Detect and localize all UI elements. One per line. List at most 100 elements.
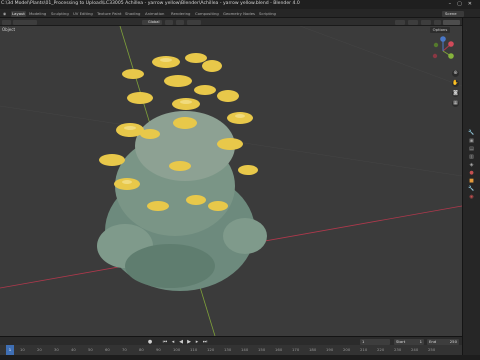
ruler-tick: 250 bbox=[428, 347, 436, 352]
gizmo-x-icon bbox=[448, 41, 454, 47]
orientation-label: Global bbox=[148, 19, 160, 24]
tab-compositing[interactable]: Compositing bbox=[194, 11, 220, 17]
ruler-tick: 10 bbox=[20, 347, 25, 352]
tab-rendering[interactable]: Rendering bbox=[170, 11, 191, 17]
gizmo-toggle-icon[interactable] bbox=[408, 19, 418, 25]
view-layer-icon[interactable]: ▥ bbox=[466, 154, 477, 160]
ruler-tick: 160 bbox=[275, 347, 283, 352]
proportional-edit-icon[interactable] bbox=[187, 19, 201, 25]
workspace-bar: ◉ Layout Modeling Sculpting UV Editing T… bbox=[0, 9, 480, 18]
modifier-icon[interactable]: 🔧 bbox=[466, 186, 477, 192]
object-icon[interactable]: ■ bbox=[466, 178, 477, 184]
tab-scripting[interactable]: Scripting bbox=[258, 11, 277, 17]
maximize-icon[interactable]: ▢ bbox=[457, 1, 468, 7]
output-icon[interactable]: ▤ bbox=[466, 146, 477, 152]
gizmo-neg-x-icon bbox=[432, 53, 438, 59]
start-value: 1 bbox=[419, 338, 422, 344]
ruler-tick: 150 bbox=[258, 347, 266, 352]
blender-menu-icon[interactable]: ◉ bbox=[2, 11, 7, 17]
ruler-tick: 210 bbox=[360, 347, 368, 352]
ruler-tick: 50 bbox=[88, 347, 93, 352]
start-label: Start bbox=[396, 338, 406, 344]
window-title: C:\3d Model\Plants\01_Processing to Uplo… bbox=[1, 1, 300, 6]
jump-end-icon[interactable]: ⏭ bbox=[202, 339, 208, 345]
tool-icon[interactable]: 🔧 bbox=[466, 130, 477, 136]
window-controls[interactable]: –▢✕ bbox=[449, 1, 478, 7]
ruler-tick: 60 bbox=[105, 347, 110, 352]
viewport-header: Global bbox=[0, 18, 462, 26]
grid-icon[interactable]: ▦ bbox=[452, 100, 459, 107]
next-keyframe-icon[interactable]: ▸ bbox=[194, 339, 200, 345]
ruler-tick: 20 bbox=[37, 347, 42, 352]
zoom-icon[interactable]: ⊕ bbox=[452, 70, 459, 77]
gizmo-neg-y-icon bbox=[433, 42, 439, 48]
snap-icon[interactable] bbox=[176, 19, 184, 25]
ruler-tick: 170 bbox=[292, 347, 300, 352]
ruler-tick: 240 bbox=[411, 347, 419, 352]
pivot-icon[interactable] bbox=[165, 19, 173, 25]
world-icon[interactable]: ● bbox=[466, 170, 477, 176]
gizmo-y-icon bbox=[448, 53, 454, 59]
scene-selector[interactable]: Scene bbox=[442, 10, 464, 17]
ruler-tick: 100 bbox=[173, 347, 181, 352]
ruler-tick: 190 bbox=[326, 347, 334, 352]
close-icon[interactable]: ✕ bbox=[468, 1, 478, 7]
ruler-tick: 230 bbox=[394, 347, 402, 352]
render-icon[interactable]: ▣ bbox=[466, 138, 477, 144]
ruler-tick: 220 bbox=[377, 347, 385, 352]
ruler-tick: 120 bbox=[207, 347, 215, 352]
properties-tabs: 🔧 ▣ ▤ ▥ ◈ ● ■ 🔧 ◉ bbox=[462, 18, 480, 360]
tab-layout[interactable]: Layout bbox=[11, 10, 26, 17]
ruler-tick: 130 bbox=[224, 347, 232, 352]
grid-line bbox=[299, 26, 462, 87]
tab-modeling[interactable]: Modeling bbox=[28, 11, 47, 17]
timeline-ruler[interactable]: 1 10 20 30 40 50 60 70 80 90 100 110 120… bbox=[0, 345, 462, 355]
visibility-icon[interactable] bbox=[395, 19, 405, 25]
tab-animation[interactable]: Animation bbox=[144, 11, 165, 17]
options-button[interactable]: Options bbox=[430, 27, 450, 33]
status-bar bbox=[0, 355, 480, 360]
tab-shading[interactable]: Shading bbox=[124, 11, 141, 17]
ruler-tick: 70 bbox=[122, 347, 127, 352]
3d-viewport[interactable]: Object Options ⊕ ✋ ◙ ▦ bbox=[0, 26, 462, 336]
tab-texture-paint[interactable]: Texture Paint bbox=[96, 11, 123, 17]
camera-icon[interactable]: ◙ bbox=[452, 90, 459, 97]
minimize-icon[interactable]: – bbox=[449, 1, 458, 7]
tab-geometry-nodes[interactable]: Geometry Nodes bbox=[222, 11, 256, 17]
ruler-tick: 180 bbox=[309, 347, 317, 352]
navigation-gizmo bbox=[432, 36, 454, 59]
orientation-dropdown[interactable]: Global bbox=[142, 19, 162, 25]
play-icon[interactable]: ▶ bbox=[186, 339, 192, 345]
object-mode-label: Object bbox=[2, 27, 16, 32]
prev-keyframe-icon[interactable]: ◂ bbox=[170, 339, 176, 345]
current-frame-value: 1 bbox=[362, 338, 365, 344]
overlay-toggle-icon[interactable] bbox=[421, 19, 431, 25]
end-frame-field[interactable]: End 250 bbox=[427, 338, 459, 345]
ruler-tick: 40 bbox=[71, 347, 76, 352]
ruler-tick: 200 bbox=[343, 347, 351, 352]
start-frame-field[interactable]: Start 1 bbox=[394, 338, 424, 345]
scene-icon[interactable]: ◈ bbox=[466, 162, 477, 168]
ruler-tick: 90 bbox=[156, 347, 161, 352]
timeline-header: ● ⏮ ◂ ◀ ▶ ▸ ⏭ 1 Start 1 End 250 bbox=[0, 336, 462, 345]
plant-foliage bbox=[97, 111, 267, 291]
editor-type-icon[interactable] bbox=[2, 19, 11, 25]
ruler-tick: 30 bbox=[54, 347, 59, 352]
ruler-tick: 110 bbox=[190, 347, 198, 352]
title-bar: C:\3d Model\Plants\01_Processing to Uplo… bbox=[0, 0, 480, 9]
xray-icon[interactable] bbox=[434, 19, 441, 25]
playhead[interactable]: 1 bbox=[6, 345, 14, 355]
jump-start-icon[interactable]: ⏮ bbox=[162, 339, 168, 345]
shading-mode-buttons[interactable] bbox=[443, 19, 460, 25]
record-icon[interactable]: ● bbox=[147, 339, 153, 345]
material-icon[interactable]: ◉ bbox=[466, 194, 477, 200]
tab-uv-editing[interactable]: UV Editing bbox=[72, 11, 94, 17]
hand-icon[interactable]: ✋ bbox=[452, 80, 459, 87]
play-reverse-icon[interactable]: ◀ bbox=[178, 339, 184, 345]
current-frame-field[interactable]: 1 bbox=[360, 338, 390, 345]
object-mode-dropdown[interactable] bbox=[13, 19, 37, 25]
tab-sculpting[interactable]: Sculpting bbox=[50, 11, 70, 17]
ruler-tick: 80 bbox=[139, 347, 144, 352]
ruler-tick: 140 bbox=[241, 347, 249, 352]
end-label: End bbox=[429, 338, 437, 344]
